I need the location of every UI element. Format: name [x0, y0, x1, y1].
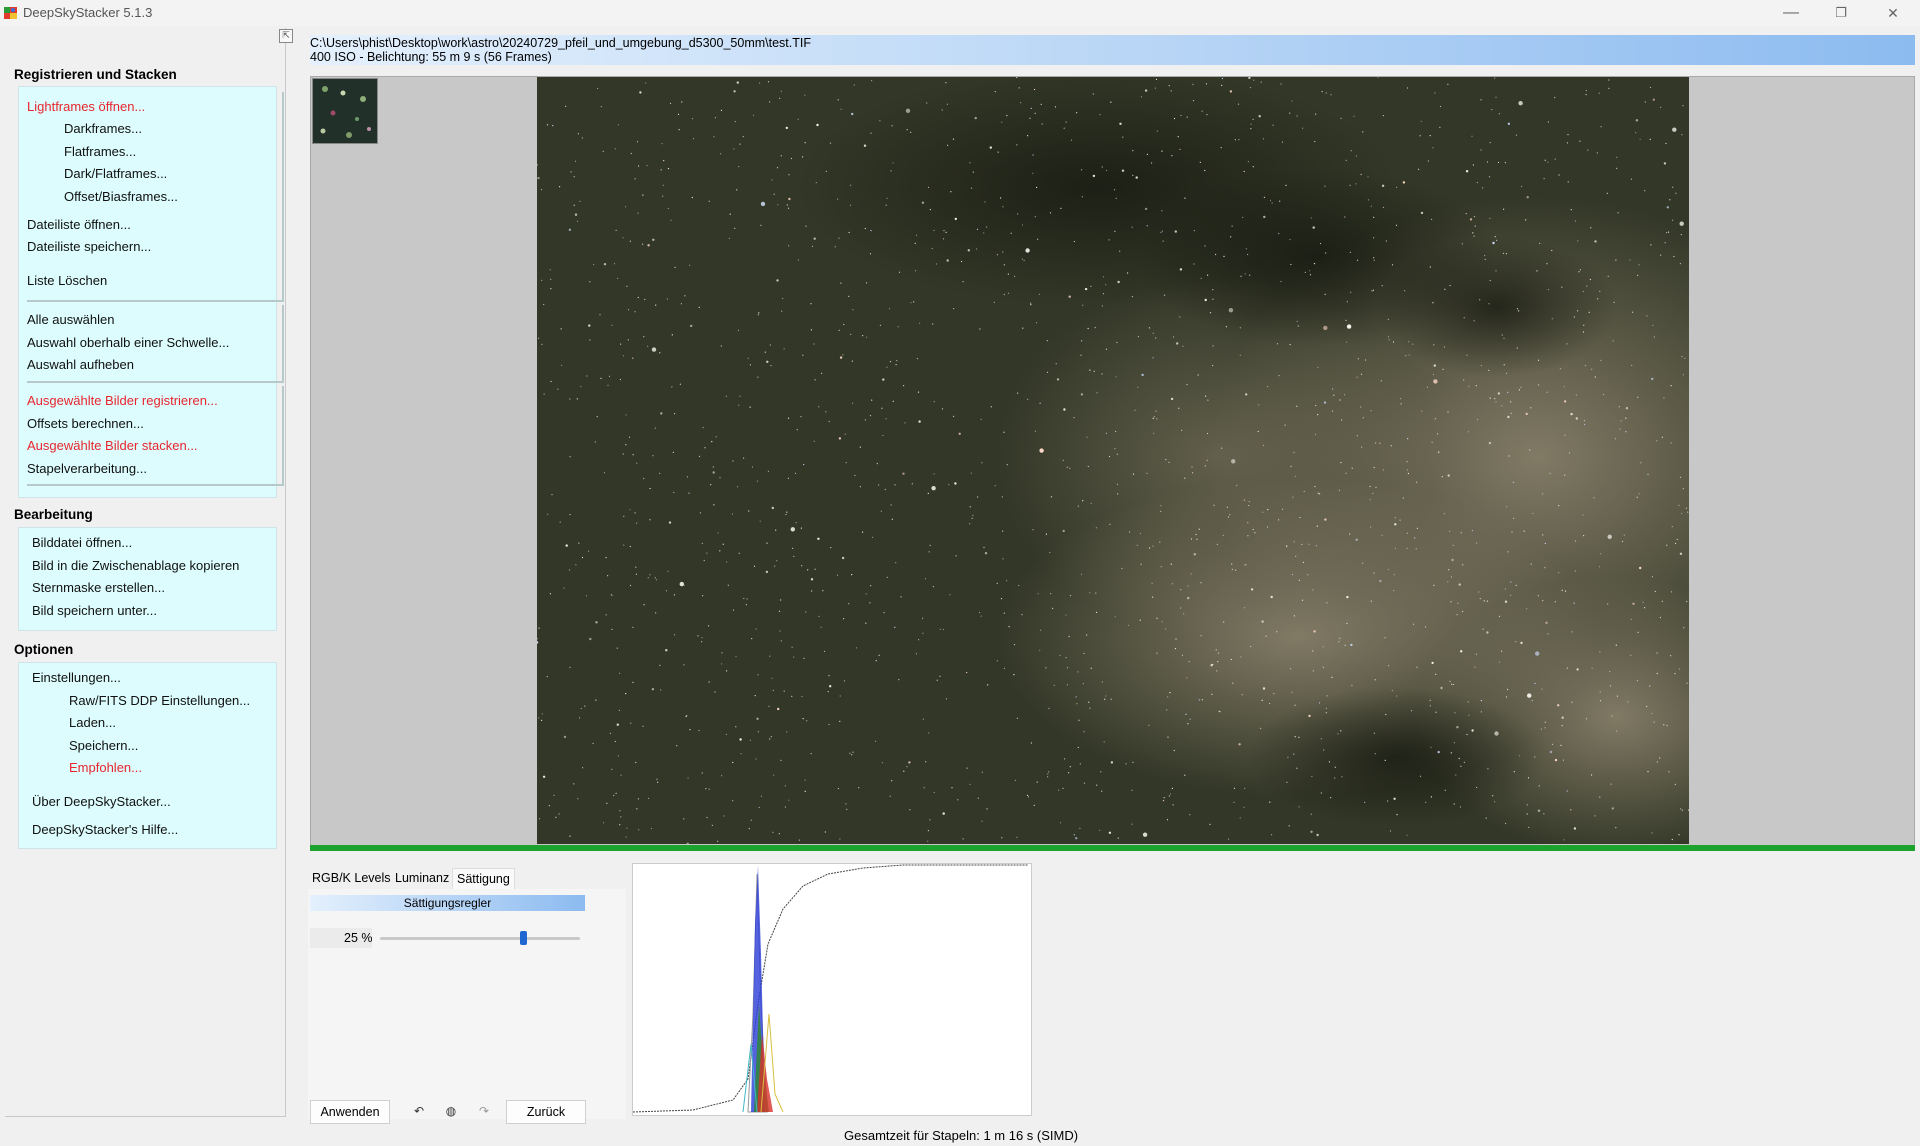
flatframes-link[interactable]: Flatframes... [64, 142, 269, 162]
file-info: 400 ISO - Belichtung: 55 m 9 s (56 Frame… [310, 50, 552, 64]
create-star-mask-link[interactable]: Sternmaske erstellen... [32, 578, 272, 598]
stack-selected-link[interactable]: Ausgewählte Bilder stacken... [27, 436, 267, 456]
redo-icon[interactable]: ↷ [475, 1102, 493, 1120]
title-bar [0, 0, 1920, 26]
saturation-slider[interactable] [380, 937, 580, 940]
offset-biasframes-link[interactable]: Offset/Biasframes... [64, 187, 269, 207]
about-link[interactable]: Über DeepSkyStacker... [32, 792, 272, 812]
compute-offsets-link[interactable]: Offsets berechnen... [27, 414, 267, 434]
select-above-threshold-link[interactable]: Auswahl oberhalb einer Schwelle... [27, 333, 267, 353]
select-all-link[interactable]: Alle auswählen [27, 310, 267, 330]
register-group-selection: Alle auswählen Auswahl oberhalb einer Sc… [27, 305, 284, 383]
app-logo-icon [4, 7, 17, 19]
settings-link[interactable]: Einstellungen... [32, 668, 272, 688]
register-section-box: Lightframes öffnen... Darkframes... Flat… [18, 86, 284, 498]
saturation-header: Sättigungsregler [310, 895, 585, 911]
image-thumbnail[interactable] [312, 78, 378, 144]
minimize-button[interactable]: — [1768, 0, 1814, 26]
open-file-list-link[interactable]: Dateiliste öffnen... [27, 215, 267, 235]
tab-luminance[interactable]: Luminanz [391, 868, 453, 888]
save-image-as-link[interactable]: Bild speichern unter... [32, 601, 272, 621]
help-link[interactable]: DeepSkyStacker's Hilfe... [32, 820, 272, 840]
register-group-files: Lightframes öffnen... Darkframes... Flat… [27, 92, 284, 302]
saturation-value: 25 % [344, 931, 373, 945]
clear-list-link[interactable]: Liste Löschen [27, 271, 267, 291]
save-settings-link[interactable]: Speichern... [69, 736, 309, 756]
saturation-slider-handle[interactable] [520, 931, 527, 945]
load-settings-link[interactable]: Laden... [69, 713, 309, 733]
editing-section-box: Bilddatei öffnen... Bild in die Zwischen… [18, 527, 277, 631]
open-image-link[interactable]: Bilddatei öffnen... [32, 533, 272, 553]
close-button[interactable]: ✕ [1870, 0, 1916, 26]
section-title-options: Optionen [14, 642, 74, 657]
dark-flatframes-link[interactable]: Dark/Flatframes... [64, 164, 269, 184]
status-text: Gesamtzeit für Stapeln: 1 m 16 s (SIMD) [844, 1128, 1079, 1143]
pin-icon[interactable]: ⇱ [279, 29, 293, 43]
astro-image[interactable] [537, 77, 1689, 844]
section-title-editing: Bearbeitung [14, 507, 93, 522]
copy-to-clipboard-link[interactable]: Bild in die Zwischenablage kopieren [32, 556, 272, 576]
open-lightframes-link[interactable]: Lightframes öffnen... [27, 97, 267, 117]
undo-icon[interactable]: ↶ [410, 1102, 428, 1120]
clear-selection-link[interactable]: Auswahl aufheben [27, 355, 267, 375]
settings-icon[interactable]: ◍ [442, 1102, 460, 1120]
save-file-list-link[interactable]: Dateiliste speichern... [27, 237, 267, 257]
histogram-plot [632, 864, 1028, 1113]
options-section-box: Einstellungen... Raw/FITS DDP Einstellun… [18, 662, 277, 849]
raw-fits-settings-link[interactable]: Raw/FITS DDP Einstellungen... [69, 691, 309, 711]
histogram [632, 863, 1032, 1116]
restore-button[interactable]: ❐ [1818, 0, 1864, 26]
window-title: DeepSkyStacker 5.1.3 [23, 5, 153, 20]
register-group-actions: Ausgewählte Bilder registrieren... Offse… [27, 386, 284, 486]
histogram-curve [632, 864, 1028, 1113]
tab-saturation[interactable]: Sättigung [452, 868, 515, 889]
file-path: C:\Users\phist\Desktop\work\astro\202407… [310, 36, 811, 50]
milky-way-photo [537, 77, 1689, 844]
apply-button[interactable]: Anwenden [310, 1100, 390, 1124]
saturation-panel [308, 889, 626, 1119]
reset-button[interactable]: Zurück [506, 1100, 586, 1124]
section-title-register: Registrieren und Stacken [14, 67, 177, 82]
darkframes-link[interactable]: Darkframes... [64, 119, 269, 139]
tab-rgb-levels[interactable]: RGB/K Levels [308, 868, 395, 888]
batch-stacking-link[interactable]: Stapelverarbeitung... [27, 459, 267, 479]
register-selected-link[interactable]: Ausgewählte Bilder registrieren... [27, 391, 267, 411]
recommended-settings-link[interactable]: Empfohlen... [69, 758, 309, 778]
progress-bar [310, 845, 1915, 851]
